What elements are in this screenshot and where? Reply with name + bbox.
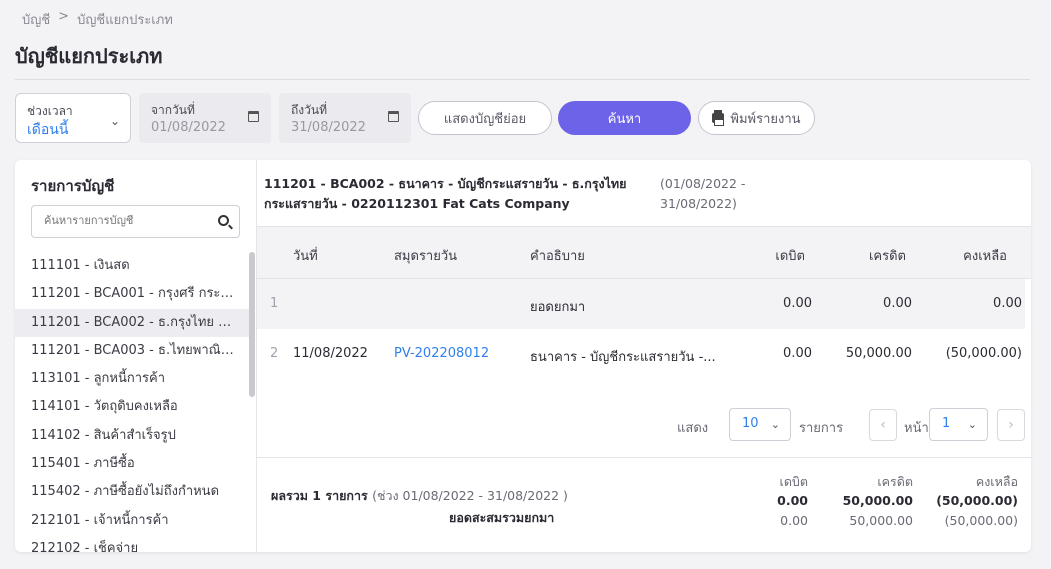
sidebar-title: รายการบัญชี (31, 177, 115, 195)
sidebar-scrollbar[interactable] (249, 252, 255, 397)
breadcrumb: บัญชี > บัญชีแยกประเภท (22, 9, 173, 30)
page-size-value: 10 (742, 416, 759, 431)
search-icon[interactable] (218, 215, 229, 226)
calendar-icon[interactable] (388, 111, 399, 122)
account-sidebar: รายการบัญชี 111101 - เงินสด 111201 - BCA… (15, 160, 257, 552)
header-description: คำอธิบาย (530, 249, 585, 264)
from-date-field[interactable]: จากวันที่ 01/08/2022 (139, 93, 271, 143)
summary-header-balance: คงเหลือ (975, 474, 1018, 489)
row-credit: 0.00 (883, 296, 912, 311)
breadcrumb-separator: > (58, 9, 70, 24)
period-select[interactable]: ช่วงเวลา เดือนนี้ ⌄ (15, 93, 131, 143)
table-row: 2 11/08/2022 PV-202208012 ธนาคาร - บัญชี… (257, 329, 1025, 379)
print-report-button[interactable]: พิมพ์รายงาน (698, 101, 815, 135)
row-balance: (50,000.00) (945, 346, 1022, 361)
account-list-item-active[interactable]: 111201 - BCA002 - ธ.กรุงไทย กระแสรายวัน (15, 308, 249, 337)
page-size-select[interactable]: 10 ⌄ (729, 408, 791, 441)
show-sub-accounts-button[interactable]: แสดงบัญชีย่อย (418, 101, 552, 135)
row-description: ยอดยกมา (530, 300, 586, 315)
to-date-field[interactable]: ถึงวันที่ 31/08/2022 (279, 93, 411, 143)
account-list-item[interactable]: 212102 - เช็คจ่าย (15, 535, 249, 552)
page-number-value: 1 (942, 416, 951, 431)
row-description: ธนาคาร - บัญชีกระแสรายวัน -... (530, 350, 716, 365)
ledger-content: 111201 - BCA002 - ธนาคาร - บัญชีกระแสราย… (257, 160, 1031, 552)
row-number: 1 (270, 296, 279, 311)
account-search-box[interactable] (31, 205, 240, 238)
account-list-item[interactable]: 111101 - เงินสด (15, 252, 249, 280)
pager-show-label: แสดง (677, 421, 709, 436)
chevron-left-icon: ‹ (880, 417, 886, 433)
chevron-down-icon: ⌄ (967, 418, 977, 431)
account-list-item[interactable]: 114101 - วัตถุดิบคงเหลือ (15, 393, 249, 421)
summary-header-credit: เครดิต (877, 474, 913, 489)
summary-total-debit: 0.00 (777, 493, 808, 508)
page-number-select[interactable]: 1 ⌄ (929, 408, 988, 441)
summary-range: (ช่วง 01/08/2022 - 31/08/2022 ) (372, 488, 568, 503)
chevron-down-icon: ⌄ (109, 114, 120, 128)
summary-count: ผลรวม 1 รายการ (271, 488, 368, 503)
print-report-label: พิมพ์รายงาน (730, 111, 801, 127)
summary-total-credit: 50,000.00 (842, 493, 913, 508)
period-value: เดือนนี้ (27, 122, 69, 138)
table-row: 1 ยอดยกมา 0.00 0.00 0.00 (257, 279, 1025, 329)
account-list-item[interactable]: 114102 - สินค้าสำเร็จรูป (15, 422, 249, 450)
chevron-right-icon: › (1008, 417, 1014, 433)
ledger-card: รายการบัญชี 111101 - เงินสด 111201 - BCA… (15, 160, 1031, 552)
header-date: วันที่ (293, 249, 318, 264)
row-debit: 0.00 (783, 346, 812, 361)
table-header: วันที่ สมุดรายวัน คำอธิบาย เดบิต เครดิต … (257, 226, 1031, 279)
account-list-item[interactable]: 115402 - ภาษีซื้อยังไม่ถึงกำหนด (15, 478, 249, 506)
pager-page-label: หน้า (904, 421, 929, 436)
search-button-label: ค้นหา (607, 111, 642, 127)
from-date-value: 01/08/2022 (151, 120, 226, 135)
summary-carried-debit: 0.00 (780, 513, 808, 528)
account-list-item[interactable]: 113101 - ลูกหนี้การค้า (15, 365, 249, 393)
account-list-item[interactable]: 212101 - เจ้าหนี้การค้า (15, 507, 249, 535)
header-credit: เครดิต (868, 249, 906, 264)
account-search-input[interactable] (44, 214, 204, 227)
breadcrumb-root[interactable]: บัญชี (22, 9, 50, 30)
summary-label: ผลรวม 1 รายการ (ช่วง 01/08/2022 - 31/08/… (271, 486, 568, 506)
summary-total-balance: (50,000.00) (936, 493, 1018, 508)
row-journal-link[interactable]: PV-202208012 (394, 346, 489, 361)
row-number: 2 (270, 346, 279, 361)
account-list-item[interactable]: 115401 - ภาษีซื้อ (15, 450, 249, 478)
row-debit: 0.00 (783, 296, 812, 311)
summary-carried-credit: 50,000.00 (849, 513, 913, 528)
row-date: 11/08/2022 (293, 346, 368, 361)
from-date-label: จากวันที่ (151, 103, 195, 117)
next-page-button[interactable]: › (997, 409, 1025, 441)
row-balance: 0.00 (993, 296, 1022, 311)
account-list-item[interactable]: 111201 - BCA003 - ธ.ไทยพาณิชย์ ออมทรัพย์ (15, 337, 249, 365)
page-title: บัญชีแยกประเภท (15, 44, 163, 68)
summary-carried-balance: (50,000.00) (944, 513, 1018, 528)
title-divider (15, 79, 1030, 80)
row-credit: 50,000.00 (845, 346, 912, 361)
prev-page-button[interactable]: ‹ (869, 409, 897, 441)
header-debit: เดบิต (775, 249, 805, 264)
pager-items-label: รายการ (799, 421, 844, 436)
header-journal: สมุดรายวัน (394, 249, 458, 264)
printer-icon (712, 110, 725, 126)
summary-divider (257, 457, 1031, 458)
chevron-down-icon: ⌄ (770, 418, 780, 431)
search-button[interactable]: ค้นหา (558, 101, 691, 135)
account-title: 111201 - BCA002 - ธนาคาร - บัญชีกระแสราย… (264, 176, 627, 211)
calendar-icon[interactable] (248, 111, 259, 122)
breadcrumb-current: บัญชีแยกประเภท (77, 13, 173, 28)
account-list: 111101 - เงินสด 111201 - BCA001 - กรุงศร… (15, 252, 249, 552)
summary-carried-label: ยอดสะสมรวมยกมา (449, 510, 555, 525)
header-balance: คงเหลือ (963, 249, 1007, 264)
account-date-range: (01/08/2022 - 31/08/2022) (660, 176, 746, 211)
to-date-value: 31/08/2022 (291, 120, 366, 135)
account-list-item[interactable]: 111201 - BCA001 - กรุงศรี กระแสรายวัน (15, 280, 249, 308)
summary-header-debit: เดบิต (779, 474, 808, 489)
to-date-label: ถึงวันที่ (291, 103, 327, 117)
show-sub-accounts-label: แสดงบัญชีย่อย (443, 111, 527, 127)
